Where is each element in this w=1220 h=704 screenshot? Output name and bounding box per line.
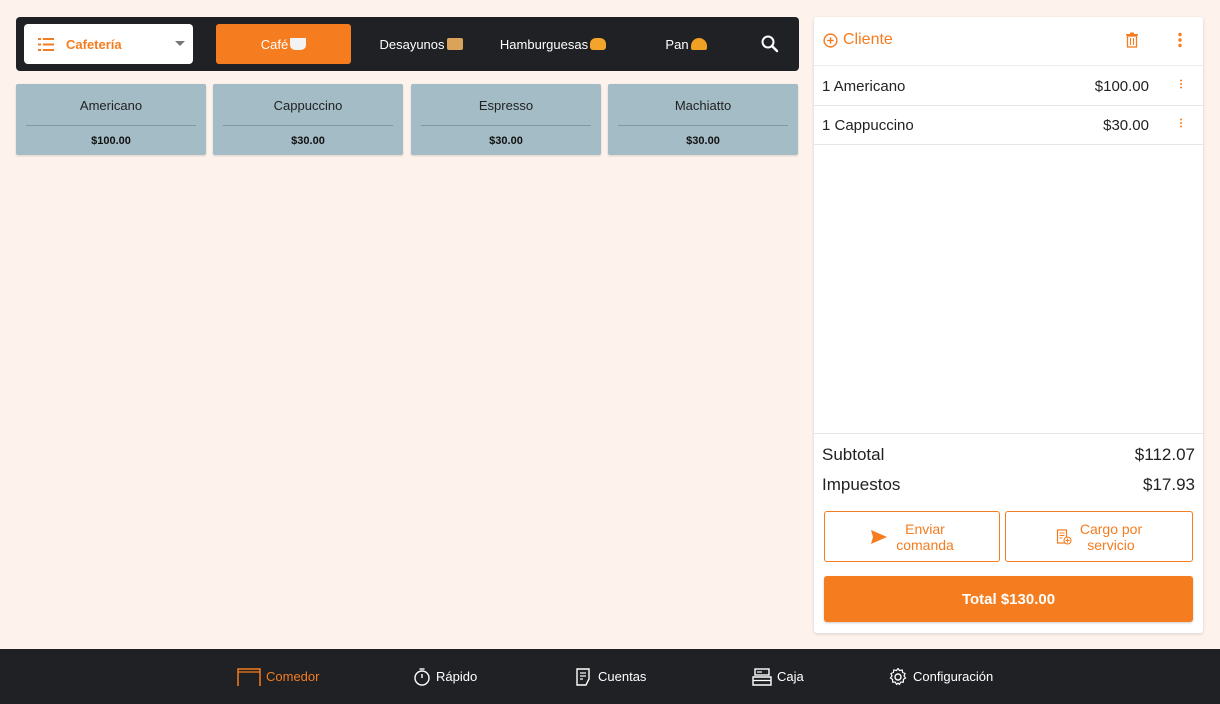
order-line[interactable]: 1 Americano $100.00 <box>814 67 1203 106</box>
list-icon <box>38 37 54 51</box>
order-line[interactable]: 1 Cappuccino $30.00 <box>814 106 1203 145</box>
category-bar: Cafetería Café Desayunos Hamburguesas Pa… <box>16 17 799 71</box>
more-vert-icon[interactable] <box>1179 79 1183 89</box>
product-price: $30.00 <box>489 135 523 147</box>
order-line-amount: $100.00 <box>1094 78 1149 95</box>
nav-configuracion[interactable]: Configuración <box>888 649 993 704</box>
product-name: Americano <box>79 98 143 113</box>
order-header: Cliente <box>814 17 1203 66</box>
product-price: $30.00 <box>291 135 325 147</box>
more-vert-icon[interactable] <box>1179 118 1183 128</box>
nav-caja[interactable]: Caja <box>752 649 804 704</box>
nav-label: Rápido <box>436 669 478 684</box>
category-dropdown-label: Cafetería <box>66 36 122 52</box>
subtotal-value: $112.07 <box>1134 445 1195 464</box>
nav-label: Comedor <box>266 669 320 684</box>
tab-label: Pan <box>665 36 689 52</box>
divider <box>421 125 591 126</box>
send-label-line2: comanda <box>896 536 954 553</box>
tax-row: Impuestos $17.93 <box>822 475 1195 495</box>
product-tile-machiatto[interactable]: Machiatto $30.00 <box>608 84 798 155</box>
nav-label: Configuración <box>913 669 994 684</box>
receipt-add-icon <box>1056 528 1072 545</box>
timer-icon <box>414 667 430 686</box>
subtotal-label: Subtotal <box>822 445 885 464</box>
table-icon <box>237 667 261 686</box>
bottom-nav: Comedor Rápido Cuentas Caja Configuració… <box>0 649 1220 704</box>
product-price: $100.00 <box>91 135 131 147</box>
send-icon <box>871 529 888 544</box>
croissant-icon <box>690 38 707 50</box>
tab-label: Desayunos <box>379 36 445 52</box>
breakfast-icon <box>446 38 463 50</box>
tab-label: Café <box>260 36 289 52</box>
product-price: $30.00 <box>686 135 720 147</box>
nav-label: Caja <box>777 669 804 684</box>
send-order-button[interactable]: Enviar comanda <box>824 511 1000 562</box>
service-charge-label: Cargo por servicio <box>1080 521 1142 553</box>
total-pay-button[interactable]: Total $130.00 <box>824 576 1193 622</box>
service-label-line2: servicio <box>1087 536 1135 553</box>
more-vert-icon[interactable] <box>1177 32 1183 48</box>
product-tile-cappuccino[interactable]: Cappuccino $30.00 <box>213 84 403 155</box>
chevron-down-icon <box>175 41 185 46</box>
tab-label: Hamburguesas <box>499 36 589 52</box>
search-icon[interactable] <box>760 34 780 54</box>
coffee-icon <box>290 38 307 50</box>
trash-icon[interactable] <box>1125 32 1139 48</box>
send-order-label: Enviar comanda <box>896 521 954 553</box>
tab-hamburguesas[interactable]: Hamburguesas <box>488 24 618 64</box>
service-charge-button[interactable]: Cargo por servicio <box>1005 511 1193 562</box>
category-dropdown[interactable]: Cafetería <box>24 24 193 64</box>
divider <box>814 433 1203 434</box>
divider <box>26 125 196 126</box>
subtotal-row: Subtotal $112.07 <box>822 445 1195 465</box>
product-tile-espresso[interactable]: Espresso $30.00 <box>411 84 601 155</box>
service-label-line1: Cargo por <box>1079 520 1143 537</box>
receipt-icon <box>576 667 590 686</box>
tab-pan[interactable]: Pan <box>646 24 726 64</box>
order-line-item: 1 Cappuccino <box>822 117 914 134</box>
product-name: Machiatto <box>674 98 732 113</box>
nav-comedor[interactable]: Comedor <box>237 649 319 704</box>
client-label: Cliente <box>843 31 893 48</box>
nav-label: Cuentas <box>598 669 647 684</box>
divider <box>223 125 393 126</box>
add-circle-icon <box>823 32 838 48</box>
tab-desayunos[interactable]: Desayunos <box>366 24 476 64</box>
order-line-item: 1 Americano <box>822 78 906 95</box>
add-client-button[interactable]: Cliente <box>823 31 893 49</box>
tab-cafe[interactable]: Café <box>216 24 351 64</box>
product-tile-americano[interactable]: Americano $100.00 <box>16 84 206 155</box>
tax-value: $17.93 <box>1143 475 1195 494</box>
gear-icon <box>889 667 907 685</box>
tax-label: Impuestos <box>822 475 901 494</box>
product-name: Cappuccino <box>273 98 343 113</box>
order-line-amount: $30.00 <box>1103 117 1149 134</box>
register-icon <box>752 667 772 686</box>
divider <box>618 125 788 126</box>
nav-cuentas[interactable]: Cuentas <box>575 649 646 704</box>
nav-rapido[interactable]: Rápido <box>413 649 477 704</box>
order-panel: Cliente 1 Americano $100.00 1 Cappuccino… <box>814 17 1203 633</box>
total-label: Total $130.00 <box>961 590 1056 608</box>
send-label-line1: Enviar <box>905 520 945 537</box>
burger-icon <box>590 38 607 50</box>
product-name: Espresso <box>478 98 534 113</box>
